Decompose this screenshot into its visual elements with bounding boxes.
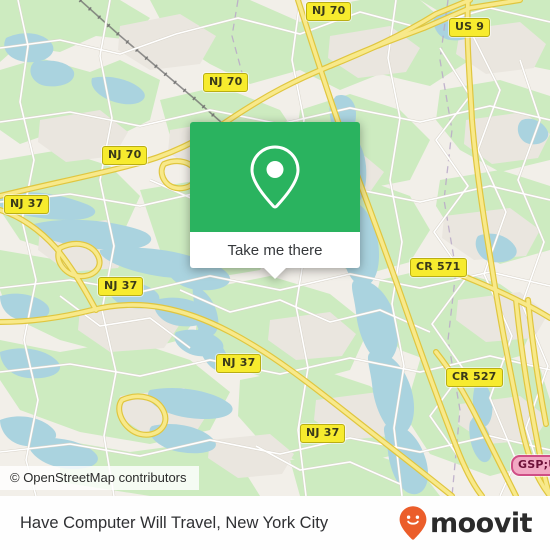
route-shield-nj37-bottom: NJ 37 [300,424,346,443]
route-shield-nj37-mid: NJ 37 [98,277,144,296]
footer-bar: Have Computer Will Travel, New York City… [0,496,550,550]
take-me-there-label: Take me there [227,241,323,259]
route-shield-gsp: GSP;U [511,455,550,476]
route-shield-cr571: CR 571 [410,258,467,277]
route-shield-nj37-lower: NJ 37 [216,354,262,373]
route-shield-cr527: CR 527 [446,368,503,387]
route-shield-nj37-left: NJ 37 [4,195,50,214]
map-screenshot: NJ 70 US 9 NJ 70 NJ 70 NJ 37 CR 571 NJ 3… [0,0,550,550]
popup-header [190,122,360,232]
map-pin-icon [250,145,300,209]
map-canvas[interactable]: NJ 70 US 9 NJ 70 NJ 70 NJ 37 CR 571 NJ 3… [0,0,550,496]
moovit-smiling-pin-icon [399,506,427,540]
moovit-brand[interactable]: moovit [398,505,533,541]
route-shield-nj70-left: NJ 70 [102,146,148,165]
location-popup-card[interactable]: Take me there [190,122,360,279]
popup-footer[interactable]: Take me there [190,232,360,279]
route-shield-nj70-upper: NJ 70 [203,73,249,92]
map-attribution[interactable]: © OpenStreetMap contributors [0,466,199,490]
popup-pointer-tail [264,268,286,279]
route-shield-us9: US 9 [449,18,491,37]
place-title: Have Computer Will Travel, New York City [20,513,329,532]
route-shield-nj70-top: NJ 70 [306,2,352,21]
moovit-wordmark: moovit [430,507,533,539]
